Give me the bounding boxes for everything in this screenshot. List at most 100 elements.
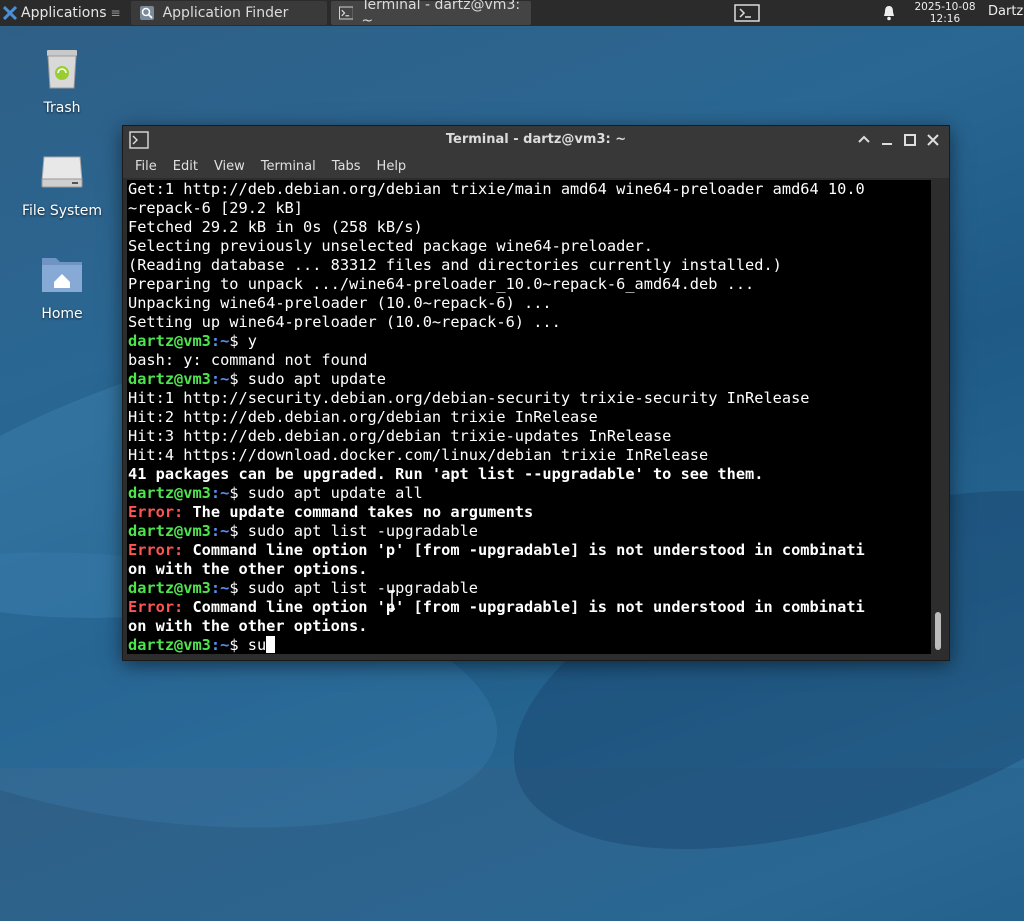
prompt-line: dartz@vm3:~$ y bbox=[128, 332, 257, 350]
error-text: The update command takes no arguments bbox=[183, 503, 534, 521]
prompt-line: dartz@vm3:~$ sudo apt update all bbox=[128, 484, 423, 502]
text-cursor bbox=[266, 636, 276, 653]
minimize-button-icon[interactable] bbox=[879, 132, 895, 148]
prompt-symbol: $ bbox=[229, 636, 239, 654]
output-line: Hit:1 http://security.debian.org/debian-… bbox=[128, 389, 810, 407]
terminal-launcher-icon[interactable] bbox=[734, 4, 760, 22]
taskbar-item-label: Terminal - dartz@vm3: ~ bbox=[361, 0, 521, 29]
applications-label: Applications bbox=[21, 5, 107, 21]
command-text: sudo apt list -upgradable bbox=[238, 579, 478, 597]
maximize-button-icon[interactable] bbox=[902, 132, 918, 148]
desktop-icon-label: Home bbox=[41, 306, 83, 322]
terminal-window: Terminal - dartz@vm3: ~ File Edit View T… bbox=[122, 125, 950, 661]
prompt-path: ~ bbox=[220, 370, 230, 388]
desktop-icon-label: Trash bbox=[43, 100, 81, 116]
prompt-symbol: $ bbox=[229, 579, 239, 597]
command-text: y bbox=[238, 332, 257, 350]
desktop-icon-trash[interactable]: Trash bbox=[12, 44, 112, 116]
taskbar-item-label: Application Finder bbox=[162, 5, 289, 21]
prompt-user: dartz@vm3 bbox=[128, 522, 211, 540]
menu-terminal[interactable]: Terminal bbox=[253, 159, 324, 174]
menu-handle-icon: ≡ bbox=[110, 6, 121, 20]
desktop-icon-label: File System bbox=[21, 203, 103, 219]
scrollbar-thumb[interactable] bbox=[935, 612, 941, 650]
error-line: Error: Command line option 'p' [from -up… bbox=[128, 541, 931, 560]
prompt-line: dartz@vm3:~$ sudo apt list -upgradable bbox=[128, 522, 478, 540]
output-line: ~repack-6 [29.2 kB] bbox=[128, 199, 303, 217]
prompt-user: dartz@vm3 bbox=[128, 484, 211, 502]
menu-edit[interactable]: Edit bbox=[165, 159, 206, 174]
error-label: Error: bbox=[128, 503, 184, 521]
clock-time: 12:16 bbox=[929, 13, 961, 25]
desktop-icon-file-system[interactable]: File System bbox=[12, 147, 112, 219]
window-title: Terminal - dartz@vm3: ~ bbox=[445, 132, 627, 147]
menu-bar: File Edit View Terminal Tabs Help bbox=[123, 154, 949, 178]
prompt-path: ~ bbox=[220, 522, 230, 540]
menu-file[interactable]: File bbox=[127, 159, 165, 174]
error-text: Command line option 'p' [from -upgradabl… bbox=[183, 541, 865, 559]
error-label: Error: bbox=[128, 598, 184, 616]
command-text: sudo apt update bbox=[238, 370, 386, 388]
terminal-icon bbox=[338, 6, 354, 20]
error-line-cont: on with the other options. bbox=[128, 560, 368, 578]
command-text: su bbox=[238, 636, 267, 654]
panel-clock[interactable]: 2025-10-08 12:16 bbox=[910, 1, 980, 25]
home-folder-icon bbox=[42, 258, 82, 292]
applications-menu-button[interactable]: Applications ≡ bbox=[0, 0, 127, 26]
prompt-path: ~ bbox=[220, 484, 230, 502]
prompt-line-current: dartz@vm3:~$ su bbox=[128, 636, 931, 654]
output-line: (Reading database ... 83312 files and di… bbox=[128, 256, 782, 274]
drive-icon bbox=[41, 156, 83, 188]
prompt-user: dartz@vm3 bbox=[128, 579, 211, 597]
close-button-icon[interactable] bbox=[925, 132, 941, 148]
notification-bell-icon[interactable] bbox=[880, 4, 898, 22]
command-text: sudo apt list -upgradable bbox=[238, 522, 478, 540]
desktop-icon-home[interactable]: Home bbox=[12, 250, 112, 322]
shade-button-icon[interactable] bbox=[856, 132, 872, 148]
output-line: Setting up wine64-preloader (10.0~repack… bbox=[128, 313, 561, 331]
prompt-path: ~ bbox=[220, 332, 230, 350]
error-label: Error: bbox=[128, 541, 184, 559]
prompt-user: dartz@vm3 bbox=[128, 332, 211, 350]
search-icon bbox=[139, 6, 154, 20]
menu-tabs[interactable]: Tabs bbox=[324, 159, 369, 174]
error-line: Error: Command line option 'p' [from -up… bbox=[128, 598, 931, 617]
error-line-cont: on with the other options. bbox=[128, 617, 368, 635]
window-titlebar[interactable]: Terminal - dartz@vm3: ~ bbox=[123, 126, 949, 154]
prompt-path: ~ bbox=[220, 636, 230, 654]
output-line: Hit:4 https://download.docker.com/linux/… bbox=[128, 446, 709, 464]
output-line: Hit:3 http://deb.debian.org/debian trixi… bbox=[128, 427, 672, 445]
output-line: 41 packages can be upgraded. Run 'apt li… bbox=[128, 465, 764, 483]
ibeam-cursor-icon bbox=[389, 590, 395, 610]
clock-date: 2025-10-08 bbox=[914, 1, 976, 13]
prompt-user: dartz@vm3 bbox=[128, 636, 211, 654]
terminal-output[interactable]: Get:1 http://deb.debian.org/debian trixi… bbox=[127, 180, 931, 654]
output-line: Unpacking wine64-preloader (10.0~repack-… bbox=[128, 294, 552, 312]
command-text: sudo apt update all bbox=[238, 484, 423, 502]
top-panel: Applications ≡ Application Finder Termin… bbox=[0, 0, 1024, 29]
output-line: Fetched 29.2 kB in 0s (258 kB/s) bbox=[128, 218, 423, 236]
trash-icon bbox=[47, 50, 77, 89]
prompt-line: dartz@vm3:~$ sudo apt list -upgradable bbox=[128, 579, 478, 597]
prompt-line: dartz@vm3:~$ sudo apt update bbox=[128, 370, 386, 388]
output-line: Hit:2 http://deb.debian.org/debian trixi… bbox=[128, 408, 598, 426]
prompt-symbol: $ bbox=[229, 522, 239, 540]
menu-view[interactable]: View bbox=[206, 159, 253, 174]
error-text: Command line option 'p' [from -upgradabl… bbox=[183, 598, 865, 616]
prompt-user: dartz@vm3 bbox=[128, 370, 211, 388]
prompt-symbol: $ bbox=[229, 370, 239, 388]
menu-help[interactable]: Help bbox=[369, 159, 415, 174]
prompt-symbol: $ bbox=[229, 332, 239, 350]
taskbar-item-terminal[interactable]: Terminal - dartz@vm3: ~ bbox=[330, 0, 531, 29]
terminal-scrollbar[interactable] bbox=[931, 180, 945, 654]
xfce-logo-icon bbox=[3, 6, 17, 20]
output-line: bash: y: command not found bbox=[128, 351, 368, 369]
prompt-path: ~ bbox=[220, 579, 230, 597]
taskbar-item-application-finder[interactable]: Application Finder bbox=[130, 1, 327, 25]
error-line: Error: The update command takes no argum… bbox=[128, 503, 931, 522]
prompt-symbol: $ bbox=[229, 484, 239, 502]
output-line: Selecting previously unselected package … bbox=[128, 237, 653, 255]
output-line: Preparing to unpack .../wine64-preloader… bbox=[128, 275, 755, 293]
output-line: Get:1 http://deb.debian.org/debian trixi… bbox=[128, 180, 865, 198]
user-menu[interactable]: Dartz bbox=[988, 4, 1023, 19]
